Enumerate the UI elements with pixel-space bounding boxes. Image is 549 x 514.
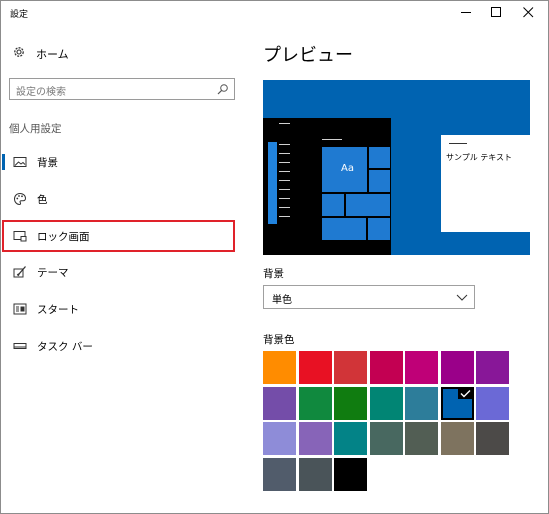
color-swatch[interactable] xyxy=(405,351,438,384)
preview-tile xyxy=(369,170,390,192)
settings-window: 設定 ホーム 設定の検索 個人用設定 背景 色 ロック画面 テーマ スタート タ… xyxy=(0,0,549,514)
color-swatch[interactable] xyxy=(263,422,296,455)
color-swatch[interactable] xyxy=(405,386,438,420)
preview-tile xyxy=(322,218,366,240)
minimize-icon xyxy=(461,12,471,13)
sidebar-item-label: ロック画面 xyxy=(37,231,90,243)
color-swatch[interactable] xyxy=(369,351,403,384)
color-swatch[interactable] xyxy=(334,422,367,455)
color-swatch[interactable] xyxy=(334,386,367,420)
preview-tile xyxy=(369,147,390,168)
window-title: 設定 xyxy=(10,10,29,20)
sidebar-item-label: スタート xyxy=(37,304,79,316)
color-swatch[interactable] xyxy=(440,422,474,455)
color-swatch[interactable] xyxy=(476,422,509,455)
start-icon xyxy=(13,303,27,315)
preview-line xyxy=(279,198,290,199)
page-title: プレビュー xyxy=(263,45,353,66)
preview-line xyxy=(279,180,290,181)
preview-line xyxy=(279,189,290,190)
preview-tile: Aa xyxy=(322,147,367,192)
picture-icon xyxy=(13,157,27,167)
preview-tile xyxy=(322,194,344,216)
preview-line xyxy=(279,123,290,124)
preview-line xyxy=(279,162,290,163)
sidebar-item-color[interactable]: 色 xyxy=(2,183,235,215)
sidebar-item-label: テーマ xyxy=(37,267,69,279)
taskbar-icon xyxy=(13,343,27,349)
close-button[interactable] xyxy=(513,1,545,25)
preview-line xyxy=(449,143,467,144)
sidebar-item-label: 色 xyxy=(37,194,48,206)
background-label: 背景 xyxy=(263,268,284,280)
checkmark-icon xyxy=(460,389,470,397)
preview-line xyxy=(322,139,342,140)
preview-start-sidebar xyxy=(268,142,277,224)
color-swatch[interactable] xyxy=(334,457,367,491)
color-swatch-grid xyxy=(263,351,513,497)
search-placeholder: 設定の検索 xyxy=(16,87,66,98)
preview-sample-text: サンプル テキスト xyxy=(446,153,513,162)
preview-line xyxy=(279,216,290,217)
preview-line xyxy=(279,153,290,154)
color-swatch[interactable] xyxy=(263,386,296,420)
palette-icon xyxy=(13,192,27,206)
preview-tile xyxy=(368,218,390,240)
color-swatch[interactable] xyxy=(298,457,332,491)
color-swatch[interactable] xyxy=(298,386,332,420)
background-type-value: 単色 xyxy=(272,295,292,306)
preview-tile-text: Aa xyxy=(341,163,354,174)
preview-window: サンプル テキスト xyxy=(441,135,530,232)
background-color-label: 背景色 xyxy=(263,334,295,346)
search-icon xyxy=(217,84,228,95)
lock-screen-icon xyxy=(13,231,27,242)
maximize-button[interactable] xyxy=(481,1,513,25)
color-swatch[interactable] xyxy=(476,351,509,384)
color-swatch[interactable] xyxy=(369,386,403,420)
color-swatch[interactable] xyxy=(440,386,474,420)
color-swatch[interactable] xyxy=(263,351,296,384)
chevron-down-icon xyxy=(456,294,468,301)
theme-icon xyxy=(13,266,26,278)
preview-line xyxy=(279,171,290,172)
preview-line xyxy=(279,144,290,145)
preview-line xyxy=(279,207,290,208)
sidebar-item-label: 背景 xyxy=(37,157,58,169)
preview-tile xyxy=(346,194,390,216)
title-bar: 設定 xyxy=(1,1,548,25)
sidebar-item-start[interactable]: スタート xyxy=(2,293,235,325)
background-preview: Aa サンプル テキスト xyxy=(263,80,530,255)
color-swatch[interactable] xyxy=(369,422,403,455)
color-swatch[interactable] xyxy=(298,351,332,384)
sidebar: ホーム 設定の検索 個人用設定 背景 色 ロック画面 テーマ スタート タスク … xyxy=(1,25,246,513)
sidebar-item-background[interactable]: 背景 xyxy=(2,146,235,178)
background-type-select[interactable]: 単色 xyxy=(263,285,475,309)
section-title: 個人用設定 xyxy=(9,123,62,135)
gear-icon xyxy=(14,47,24,57)
preview-start-menu: Aa xyxy=(263,118,391,255)
sidebar-item-theme[interactable]: テーマ xyxy=(2,256,235,288)
color-swatch[interactable] xyxy=(298,422,332,455)
color-swatch[interactable] xyxy=(263,457,296,491)
color-swatch[interactable] xyxy=(334,351,367,384)
color-swatch[interactable] xyxy=(440,351,474,384)
close-icon xyxy=(523,7,534,18)
main-content: プレビュー Aa サンプル テキスト 背景 単色 背景色 xyxy=(246,25,548,513)
sidebar-item-label: タスク バー xyxy=(37,341,93,353)
maximize-icon xyxy=(491,7,501,17)
search-input[interactable]: 設定の検索 xyxy=(9,78,235,100)
color-swatch[interactable] xyxy=(405,422,438,455)
color-swatch[interactable] xyxy=(476,386,509,420)
sidebar-item-taskbar[interactable]: タスク バー xyxy=(2,330,235,362)
home-label: ホーム xyxy=(36,48,69,61)
minimize-button[interactable] xyxy=(451,1,483,25)
sidebar-item-lock-screen[interactable]: ロック画面 xyxy=(2,220,235,252)
